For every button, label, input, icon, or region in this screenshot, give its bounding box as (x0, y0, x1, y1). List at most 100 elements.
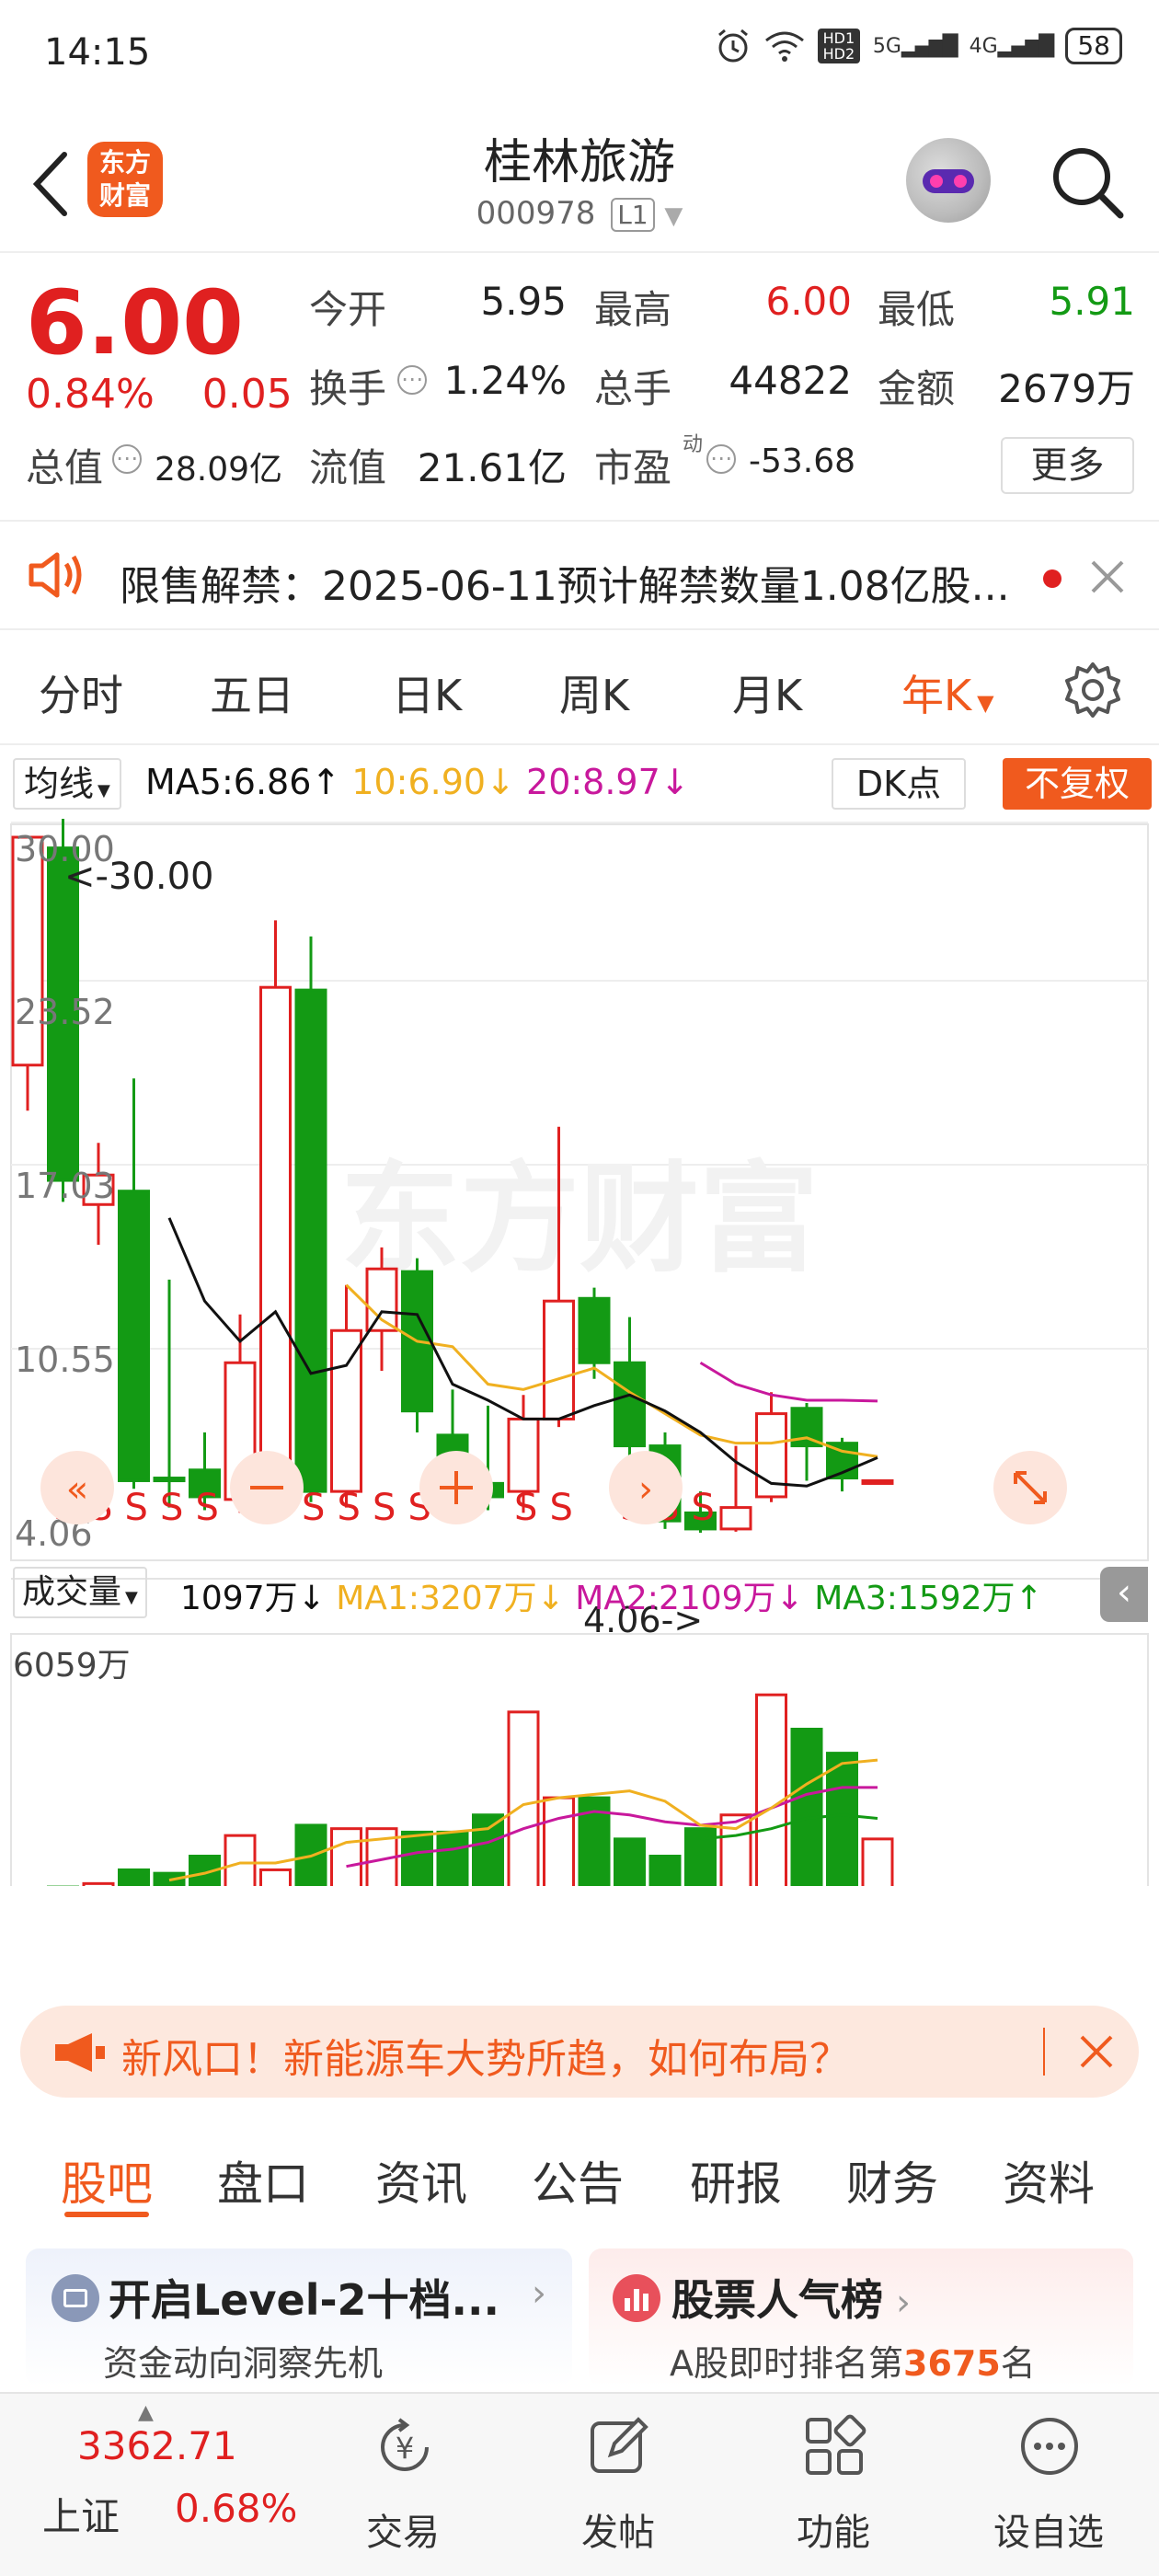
ma-select[interactable]: 均线 ▼ (13, 758, 121, 810)
side-panel-toggle-icon[interactable]: ‹ (1100, 1567, 1148, 1622)
tab-weekly-k[interactable]: 周K (559, 662, 629, 723)
zoom-out-button[interactable] (230, 1451, 304, 1524)
level2-subtitle: 资金动向洞察先机 (103, 2343, 384, 2384)
close-icon[interactable] (1089, 558, 1126, 595)
caret-icon: ▼ (98, 781, 110, 800)
tab-profile[interactable]: 资料 (1003, 2147, 1095, 2214)
rank-suffix: 名 (1000, 2343, 1036, 2384)
watermark: 东方财富 (340, 1149, 819, 1289)
adjust-button[interactable]: 不复权 (1003, 758, 1152, 810)
candle (614, 1361, 646, 1448)
max-price-marker: <-30.00 (64, 856, 213, 898)
volume-bar (507, 1710, 540, 1886)
megaphone-icon (55, 2033, 105, 2072)
kline-svg[interactable]: 东方财富 SSSSSSSSSSSSSSS 30.0023.5217.0310.5… (0, 819, 1159, 1886)
level2-card[interactable]: 开启Level-2十档... › 资金动向洞察先机 (26, 2248, 572, 2386)
single-right-chevron-icon: › (638, 1468, 653, 1511)
tab-research[interactable]: 研报 (690, 2147, 782, 2214)
robot-avatar-icon[interactable] (906, 138, 991, 223)
s-signal-mark: S (550, 1487, 573, 1529)
tab-monthly-k[interactable]: 月K (732, 662, 802, 723)
candle (259, 985, 292, 1488)
current-price: 6.00 (26, 271, 244, 374)
tab-pankou[interactable]: 盘口 (217, 2147, 309, 2214)
info-icon[interactable]: ⋯ (112, 444, 142, 474)
open-label: 今开 (309, 287, 387, 332)
status-bar: 14:15 HD1 HD2 5G▂▄▆█ 4G▂▄▆█ 58 (0, 0, 1159, 110)
wifi-icon (764, 31, 804, 62)
volume-current: 1097万↓ (180, 1580, 326, 1617)
candle (543, 1299, 575, 1420)
change-amt: 0.05 (201, 371, 293, 418)
ma20-line (699, 1361, 878, 1403)
low-value: 5.91 (1049, 279, 1135, 324)
lockup-notice[interactable]: 限售解禁：2025-06-11预计解禁数量1.08亿股... (0, 520, 1159, 630)
close-icon[interactable] (1078, 2033, 1115, 2070)
dk-label: DK点 (855, 764, 942, 804)
nav-post[interactable]: 发帖 (526, 2394, 710, 2576)
nav-add-watchlist[interactable]: 设自选 (957, 2394, 1141, 2576)
double-left-chevron-icon: « (66, 1468, 88, 1511)
tab-announcements[interactable]: 公告 (532, 2147, 624, 2214)
chevron-right-icon: › (532, 2272, 546, 2315)
volume-bar (82, 1881, 115, 1886)
alarm-icon (717, 29, 748, 63)
pe-label: 市盈 (594, 445, 672, 490)
tab-daily-k[interactable]: 日K (392, 662, 462, 723)
bottom-toolbar: ▲ 3362.71 上证 0.68% ¥ 交易 发帖 功能 设自选 (0, 2392, 1159, 2576)
pe-value: -53.68 (749, 443, 856, 480)
signal-5g: 5G▂▄▆█ (872, 34, 958, 58)
index-value: 3362.71 (77, 2423, 237, 2468)
fullscreen-button[interactable] (993, 1451, 1067, 1524)
search-icon[interactable] (1049, 144, 1126, 221)
scroll-left-button[interactable]: « (40, 1451, 114, 1524)
vol-ma2: MA2:2109万↓ (575, 1580, 804, 1617)
price-change: 0.84% 0.05 (26, 371, 293, 418)
tab-yearly-k[interactable]: 年K ▼ (901, 662, 994, 723)
ma-legend: MA5:6.86↑ 10:6.90↓ 20:8.97↓ (145, 762, 690, 802)
index-widget[interactable]: ▲ 3362.71 上证 0.68% (0, 2394, 313, 2576)
dk-point-select[interactable]: DK点 (832, 758, 966, 810)
s-signal-mark: S (373, 1487, 396, 1529)
ma5-legend: MA5:6.86↑ (145, 762, 341, 802)
more-button[interactable]: 更多 (1001, 437, 1134, 494)
info-icon[interactable]: ⋯ (397, 365, 427, 395)
speaker-icon (29, 552, 82, 598)
high-value: 6.00 (765, 279, 852, 324)
promo-banner[interactable]: 新风口！新能源车大势所趋，如何布局？ (20, 2006, 1139, 2098)
tab-guba[interactable]: 股吧 (61, 2147, 153, 2214)
tab-finance[interactable]: 财务 (846, 2147, 938, 2214)
indicator-select[interactable]: 成交量 ▼ (13, 1567, 147, 1618)
info-icon[interactable]: ⋯ (706, 444, 736, 474)
s-signal-mark: S (196, 1487, 219, 1529)
grid-icon (806, 2414, 866, 2475)
high-label: 最高 (594, 287, 672, 332)
tab-news[interactable]: 资讯 (375, 2147, 467, 2214)
popularity-card[interactable]: 股票人气榜 › A股即时排名第3675名 (589, 2248, 1133, 2386)
candle (330, 1328, 362, 1493)
volume-bar (330, 1827, 362, 1886)
edit-icon (591, 2417, 648, 2473)
volume-value: 44822 (729, 358, 852, 403)
banner-text: 新风口！新能源车大势所趋，如何布局？ (121, 2036, 850, 2083)
volume-bar (401, 1830, 433, 1886)
active-tab-indicator (64, 2212, 149, 2217)
index-change: 0.68% (175, 2486, 298, 2531)
chevron-right-icon: › (896, 2282, 911, 2324)
ma20-legend: 20:8.97↓ (526, 762, 690, 802)
nav-trade[interactable]: ¥ 交易 (311, 2394, 495, 2576)
nav-functions[interactable]: 功能 (741, 2394, 925, 2576)
s-signal-mark: S (160, 1487, 183, 1529)
s-signal-mark: S (692, 1487, 715, 1529)
y-tick-label: 10.55 (15, 1340, 115, 1380)
y-tick-label: 17.03 (15, 1166, 115, 1206)
scroll-right-button[interactable]: › (609, 1451, 683, 1524)
nav-trade-label: 交易 (366, 2512, 440, 2554)
y-tick-label: 23.52 (15, 992, 115, 1032)
tab-five-day[interactable]: 五日 (210, 662, 294, 723)
volume-max-label: 6059万 (13, 1647, 131, 1685)
zoom-in-button[interactable] (419, 1451, 493, 1524)
mcap-value: 28.09亿 (155, 451, 283, 489)
tab-intraday[interactable]: 分时 (39, 662, 123, 723)
settings-gear-icon[interactable] (1063, 661, 1122, 719)
